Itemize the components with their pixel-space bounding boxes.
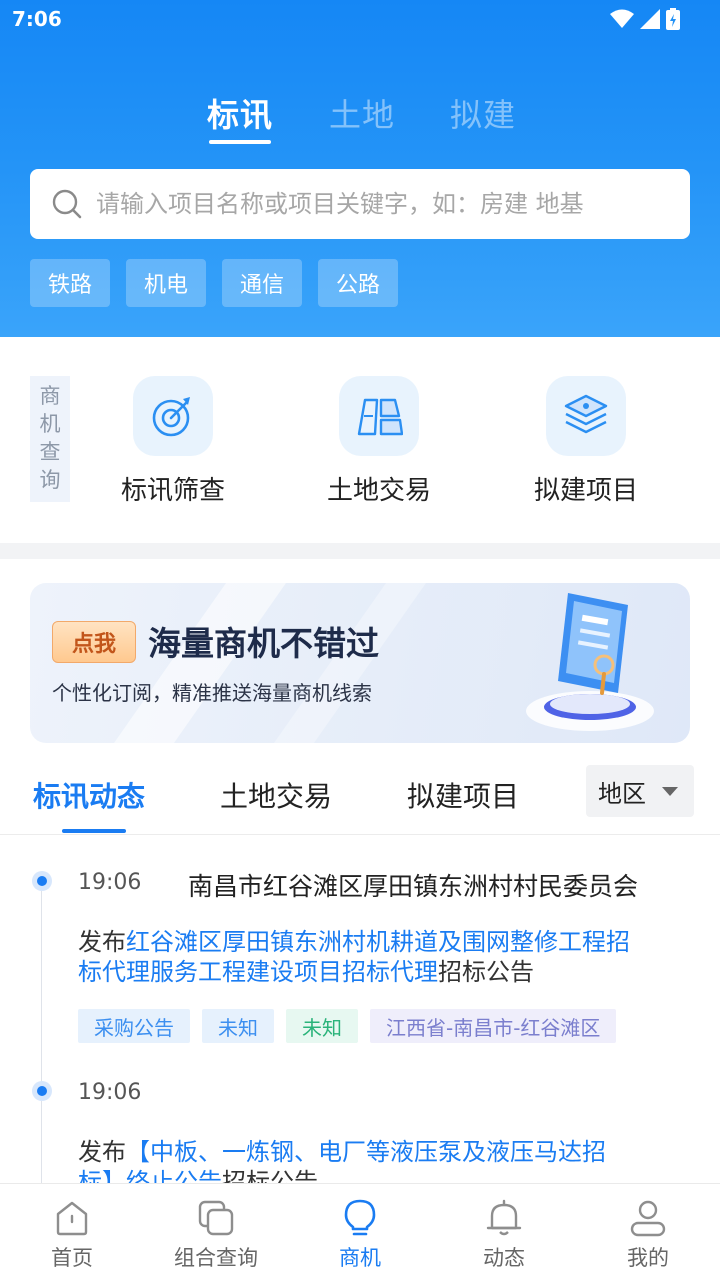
land-blocks-icon: [339, 376, 419, 456]
project-link[interactable]: 标代理服务工程建设项目招标代理: [78, 958, 438, 986]
tab-bid-news[interactable]: 标讯动态: [33, 775, 145, 815]
nav-label: 首页: [51, 1246, 93, 1270]
feature-proposed-project[interactable]: 拟建项目: [506, 376, 666, 507]
chip-electromechanical[interactable]: 机电: [126, 259, 206, 307]
chip-railway[interactable]: 铁路: [30, 259, 110, 307]
feature-label: 拟建项目: [533, 476, 638, 506]
tab-nijian[interactable]: 拟建: [450, 90, 516, 136]
nav-label: 动态: [483, 1246, 525, 1270]
search-input[interactable]: [96, 169, 676, 239]
nav-combo-query[interactable]: 组合查询: [144, 1184, 288, 1280]
tag-unknown: 未知: [202, 1009, 274, 1043]
project-link[interactable]: 标】终止公告: [78, 1168, 222, 1183]
banner-subtitle: 个性化订阅，精准推送海量商机线索: [52, 681, 372, 705]
tag-unknown: 未知: [286, 1009, 358, 1043]
content-area: 点我 海量商机不错过 个性化订阅，精准推送海量商机线索 标讯动态 土地交易 拟建…: [0, 559, 720, 1183]
nav-business[interactable]: 商机: [288, 1184, 432, 1280]
bell-icon: [486, 1199, 522, 1236]
search-box[interactable]: [30, 169, 690, 239]
nav-home[interactable]: 首页: [0, 1184, 144, 1280]
feature-label: 标讯筛查: [120, 476, 225, 506]
timeline-line: [41, 881, 42, 1183]
chip-telecom[interactable]: 通信: [222, 259, 302, 307]
status-time: 7:06: [12, 7, 62, 31]
active-tab-indicator: [62, 829, 126, 833]
feature-bid-screening[interactable]: 标讯筛查: [93, 376, 253, 507]
tag-region: 江西省-南昌市-红谷滩区: [370, 1009, 617, 1043]
timeline-dot: [32, 871, 52, 891]
feed-time: 19:06: [78, 1080, 142, 1105]
banner-badge[interactable]: 点我: [52, 621, 136, 663]
tab-proposed-projects[interactable]: 拟建项目: [407, 775, 519, 815]
document-search-illustration: [526, 593, 654, 731]
home-icon: [56, 1201, 88, 1236]
desc-suffix: 招标公告: [222, 1168, 318, 1183]
lightbulb-icon: [344, 1199, 376, 1236]
feed-org[interactable]: 南昌市红谷滩区厚田镇东洲村村民委员会: [188, 867, 638, 903]
section-label: 商机查询: [30, 376, 70, 502]
feature-label: 土地交易: [326, 476, 431, 506]
project-link[interactable]: 【中板、一炼钢、电厂等液压泵及液压马达招: [126, 1138, 606, 1166]
nav-label: 组合查询: [174, 1246, 258, 1270]
project-link[interactable]: 红谷滩区厚田镇东洲村机耕道及围网整修工程招: [126, 928, 630, 956]
feed-tags: 采购公告 未知 未知 江西省-南昌市-红谷滩区: [78, 1009, 617, 1043]
top-tabs: 标讯 土地 拟建: [0, 90, 720, 150]
nav-news[interactable]: 动态: [432, 1184, 576, 1280]
business-query-card: 商机查询 标讯筛查 土地交易 拟建项目: [0, 337, 720, 543]
wifi-icon: [610, 9, 634, 33]
tag-notice-type: 采购公告: [78, 1009, 190, 1043]
timeline-dot: [32, 1081, 52, 1101]
header: 7:06 标讯 土地 拟建 铁路 机电 通信 公路: [0, 0, 720, 337]
caret-down-icon: [662, 787, 678, 796]
nav-mine[interactable]: 我的: [576, 1184, 720, 1280]
tab-biaoxun[interactable]: 标讯: [207, 90, 273, 144]
layers-icon: [546, 376, 626, 456]
feed-description[interactable]: 发布【中板、一炼钢、电厂等液压泵及液压马达招标】终止公告招标公告: [78, 1137, 688, 1183]
combo-query-icon: [198, 1200, 234, 1236]
promo-banner[interactable]: 点我 海量商机不错过 个性化订阅，精准推送海量商机线索: [30, 583, 690, 743]
banner-title: 海量商机不错过: [148, 624, 379, 663]
signal-icon: [640, 9, 660, 33]
user-icon: [630, 1200, 666, 1237]
content-tabs: 标讯动态 土地交易 拟建项目 地区: [0, 765, 720, 835]
feed-time: 19:06: [78, 870, 142, 895]
region-filter[interactable]: 地区: [586, 765, 694, 817]
battery-icon: [666, 8, 680, 34]
feature-land-trade[interactable]: 土地交易: [299, 376, 459, 507]
feed-description[interactable]: 发布红谷滩区厚田镇东洲村机耕道及围网整修工程招 标代理服务工程建设项目招标代理招标…: [78, 927, 688, 987]
desc-suffix: 招标公告: [438, 958, 534, 986]
nav-label: 我的: [627, 1246, 669, 1270]
status-bar: 7:06: [0, 0, 720, 38]
status-icons: [610, 8, 680, 34]
nav-label: 商机: [339, 1246, 381, 1270]
search-icon: [52, 189, 82, 219]
chip-highway[interactable]: 公路: [318, 259, 398, 307]
region-label: 地区: [598, 779, 646, 808]
keyword-chips: 铁路 机电 通信 公路: [30, 259, 398, 307]
tab-tudi[interactable]: 土地: [329, 90, 395, 136]
tab-land-trade[interactable]: 土地交易: [220, 775, 332, 815]
desc-prefix: 发布: [78, 928, 126, 956]
desc-prefix: 发布: [78, 1138, 126, 1166]
target-icon: [133, 376, 213, 456]
bottom-nav: 首页 组合查询 商机 动态 我的: [0, 1183, 720, 1280]
